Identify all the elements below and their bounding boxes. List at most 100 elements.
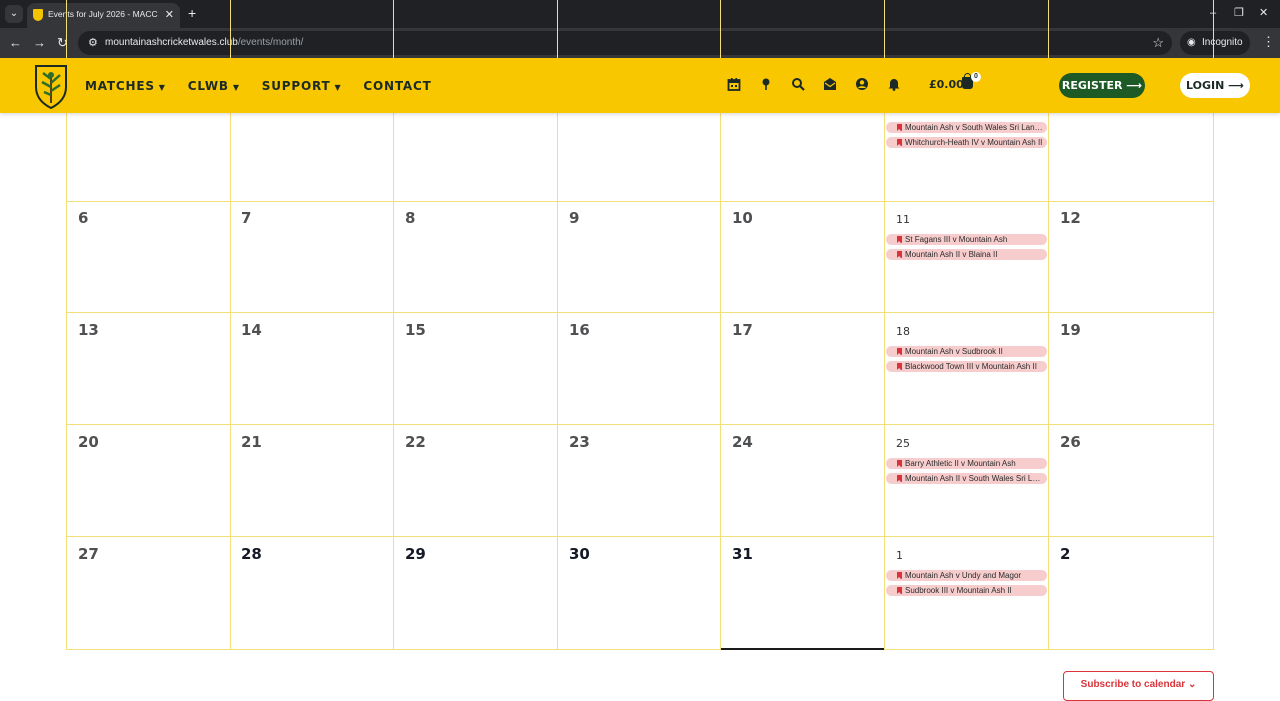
restore-icon[interactable]: ❐: [1234, 5, 1244, 21]
calendar-day-cell[interactable]: 16: [558, 313, 721, 425]
arrow-right-icon: ⟶: [1228, 79, 1244, 92]
bookmark-icon: [897, 236, 902, 243]
calendar-day-cell[interactable]: 23: [558, 425, 721, 537]
register-button[interactable]: REGISTER ⟶: [1059, 73, 1145, 98]
calendar-day-cell[interactable]: 28: [230, 537, 394, 650]
day-number: 12: [1060, 209, 1081, 227]
calendar-day-cell[interactable]: 7: [230, 201, 394, 313]
calendar-day-cell[interactable]: 10: [721, 201, 885, 313]
subscribe-label: Subscribe to calendar: [1080, 679, 1186, 690]
day-number: 24: [732, 433, 753, 451]
nav-item-clwb[interactable]: CLWB ▼: [188, 79, 240, 93]
event-title: Barry Athletic II v Mountain Ash: [905, 459, 1016, 468]
calendar-event[interactable]: Barry Athletic II v Mountain Ash: [886, 458, 1047, 469]
nav-item-contact[interactable]: CONTACT: [363, 79, 431, 93]
calendar-event[interactable]: Mountain Ash v South Wales Sri Lank...: [886, 122, 1047, 133]
event-title: Mountain Ash v Sudbrook II: [905, 347, 1003, 356]
calendar-day-cell[interactable]: 21: [230, 425, 394, 537]
day-number: 22: [405, 433, 426, 451]
nav-item-label: MATCHES: [85, 78, 155, 93]
day-number: 10: [732, 209, 753, 227]
calendar-day-cell[interactable]: 24: [721, 425, 885, 537]
tab-search-chevron-icon[interactable]: ⌄: [5, 5, 23, 23]
bookmark-icon: [897, 363, 902, 370]
bookmark-icon: [897, 348, 902, 355]
bookmark-icon: [897, 124, 902, 131]
day-number: 6: [78, 209, 89, 227]
bookmark-icon: [897, 475, 902, 482]
calendar-day-cell[interactable]: 29: [394, 537, 558, 650]
caret-down-icon: ▼: [232, 82, 240, 92]
calendar-day-cell[interactable]: 22: [394, 425, 558, 537]
calendar-day-cell[interactable]: 14: [230, 313, 394, 425]
nav-item-matches[interactable]: MATCHES ▼: [85, 79, 166, 93]
forward-icon[interactable]: →: [33, 35, 46, 51]
calendar-day-cell[interactable]: 20: [66, 425, 231, 537]
event-title: Mountain Ash v South Wales Sri Lank...: [905, 123, 1046, 132]
calendar-day-cell[interactable]: 30: [558, 537, 721, 650]
day-number: 8: [405, 209, 416, 227]
day-number: 29: [405, 545, 426, 563]
event-title: Mountain Ash v Undy and Magor: [905, 571, 1022, 580]
calendar-day-cell[interactable]: 18 Mountain Ash v Sudbrook II Blackwood To…: [885, 313, 1049, 425]
cart-count-badge: 0: [971, 72, 981, 82]
search-icon[interactable]: [790, 77, 806, 93]
calendar-day-cell[interactable]: 6: [66, 201, 231, 313]
event-title: Blackwood Town III v Mountain Ash II: [905, 362, 1037, 371]
calendar-day-cell[interactable]: 17: [721, 313, 885, 425]
register-label: REGISTER: [1061, 79, 1123, 92]
day-number: 13: [78, 321, 99, 339]
calendar-event[interactable]: Mountain Ash v Undy and Magor: [886, 570, 1047, 581]
cart-amount[interactable]: £0.00: [929, 78, 964, 91]
calendar-day-cell[interactable]: 1 Mountain Ash v Undy and Magor Sudbrook I…: [885, 537, 1049, 650]
bell-icon[interactable]: [886, 77, 902, 93]
event-title: Sudbrook III v Mountain Ash II: [905, 586, 1012, 595]
club-crest-logo[interactable]: [33, 63, 69, 109]
day-number: 11: [896, 213, 910, 226]
location-pin-icon[interactable]: [758, 77, 774, 93]
calendar-day-cell[interactable]: 26: [1049, 425, 1214, 537]
browser-menu-icon[interactable]: ⋮: [1262, 34, 1275, 50]
day-number: 16: [569, 321, 590, 339]
login-button[interactable]: LOGIN ⟶: [1180, 73, 1250, 98]
mail-icon[interactable]: [822, 77, 838, 93]
calendar-day-cell[interactable]: 12: [1049, 201, 1214, 313]
calendar-event[interactable]: Blackwood Town III v Mountain Ash II: [886, 361, 1047, 372]
calendar-day-cell[interactable]: 25 Barry Athletic II v Mountain Ash Mounta…: [885, 425, 1049, 537]
bookmark-icon: [897, 460, 902, 467]
day-number: 31: [732, 545, 753, 563]
chevron-down-icon: ⌄: [1187, 679, 1197, 690]
bookmark-icon: [897, 572, 902, 579]
calendar-day-cell[interactable]: 15: [394, 313, 558, 425]
calendar-event[interactable]: Sudbrook III v Mountain Ash II: [886, 585, 1047, 596]
site-favicon-icon: [33, 9, 43, 21]
calendar-day-cell[interactable]: 2: [1049, 537, 1214, 650]
calendar-event[interactable]: St Fagans III v Mountain Ash: [886, 234, 1047, 245]
calendar-day-cell[interactable]: 9: [558, 201, 721, 313]
day-number: 21: [241, 433, 262, 451]
event-title: Whitchurch-Heath IV v Mountain Ash II: [905, 138, 1043, 147]
user-icon[interactable]: [854, 77, 870, 93]
calendar-day-cell[interactable]: 31: [721, 537, 885, 650]
calendar-event[interactable]: Mountain Ash II v South Wales Sri La...: [886, 473, 1047, 484]
calendar-event[interactable]: Mountain Ash II v Blaina II: [886, 249, 1047, 260]
calendar-event[interactable]: Mountain Ash v Sudbrook II: [886, 346, 1047, 357]
main-nav: MATCHES ▼ CLWB ▼ SUPPORT ▼ CONTACT: [85, 58, 432, 113]
back-icon[interactable]: ←: [9, 35, 22, 51]
day-number: 20: [78, 433, 99, 451]
calendar-icon[interactable]: [726, 77, 742, 93]
nav-item-label: SUPPORT: [261, 78, 331, 93]
bookmark-icon: [897, 587, 902, 594]
calendar-day-cell[interactable]: 11 St Fagans III v Mountain Ash Mountain A…: [885, 201, 1049, 313]
subscribe-to-calendar-button[interactable]: Subscribe to calendar ⌄: [1063, 671, 1214, 701]
calendar-day-cell[interactable]: 19: [1049, 313, 1214, 425]
bookmark-icon: [897, 251, 902, 258]
close-window-icon[interactable]: ✕: [1259, 5, 1268, 21]
calendar-day-cell[interactable]: 8: [394, 201, 558, 313]
day-number: 27: [78, 545, 99, 563]
calendar-day-cell[interactable]: 13: [66, 313, 231, 425]
calendar-day-cell[interactable]: 27: [66, 537, 231, 650]
nav-item-support[interactable]: SUPPORT ▼: [262, 79, 342, 93]
event-title: St Fagans III v Mountain Ash: [905, 235, 1008, 244]
calendar-event[interactable]: Whitchurch-Heath IV v Mountain Ash II: [886, 137, 1047, 148]
